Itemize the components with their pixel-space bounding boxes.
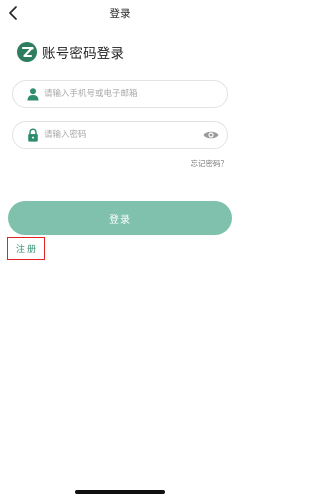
forgot-password-link[interactable]: 忘记密码？ (191, 158, 229, 169)
brand-row: 账号密码登录 (17, 41, 124, 63)
register-link[interactable]: 注册 (7, 237, 45, 260)
login-method-heading: 账号密码登录 (42, 46, 125, 62)
page-title: 登录 (109, 8, 131, 20)
account-input[interactable] (44, 85, 194, 103)
password-field[interactable] (12, 121, 228, 149)
user-icon (27, 88, 39, 101)
password-input[interactable] (44, 126, 194, 144)
home-indicator (75, 490, 165, 494)
lock-icon (28, 128, 38, 142)
account-field[interactable] (12, 80, 228, 108)
nav-bar: 登录 (0, 0, 240, 28)
login-button[interactable]: 登录 (8, 201, 232, 235)
z-logo-icon (17, 42, 37, 62)
eye-icon[interactable] (203, 129, 219, 141)
